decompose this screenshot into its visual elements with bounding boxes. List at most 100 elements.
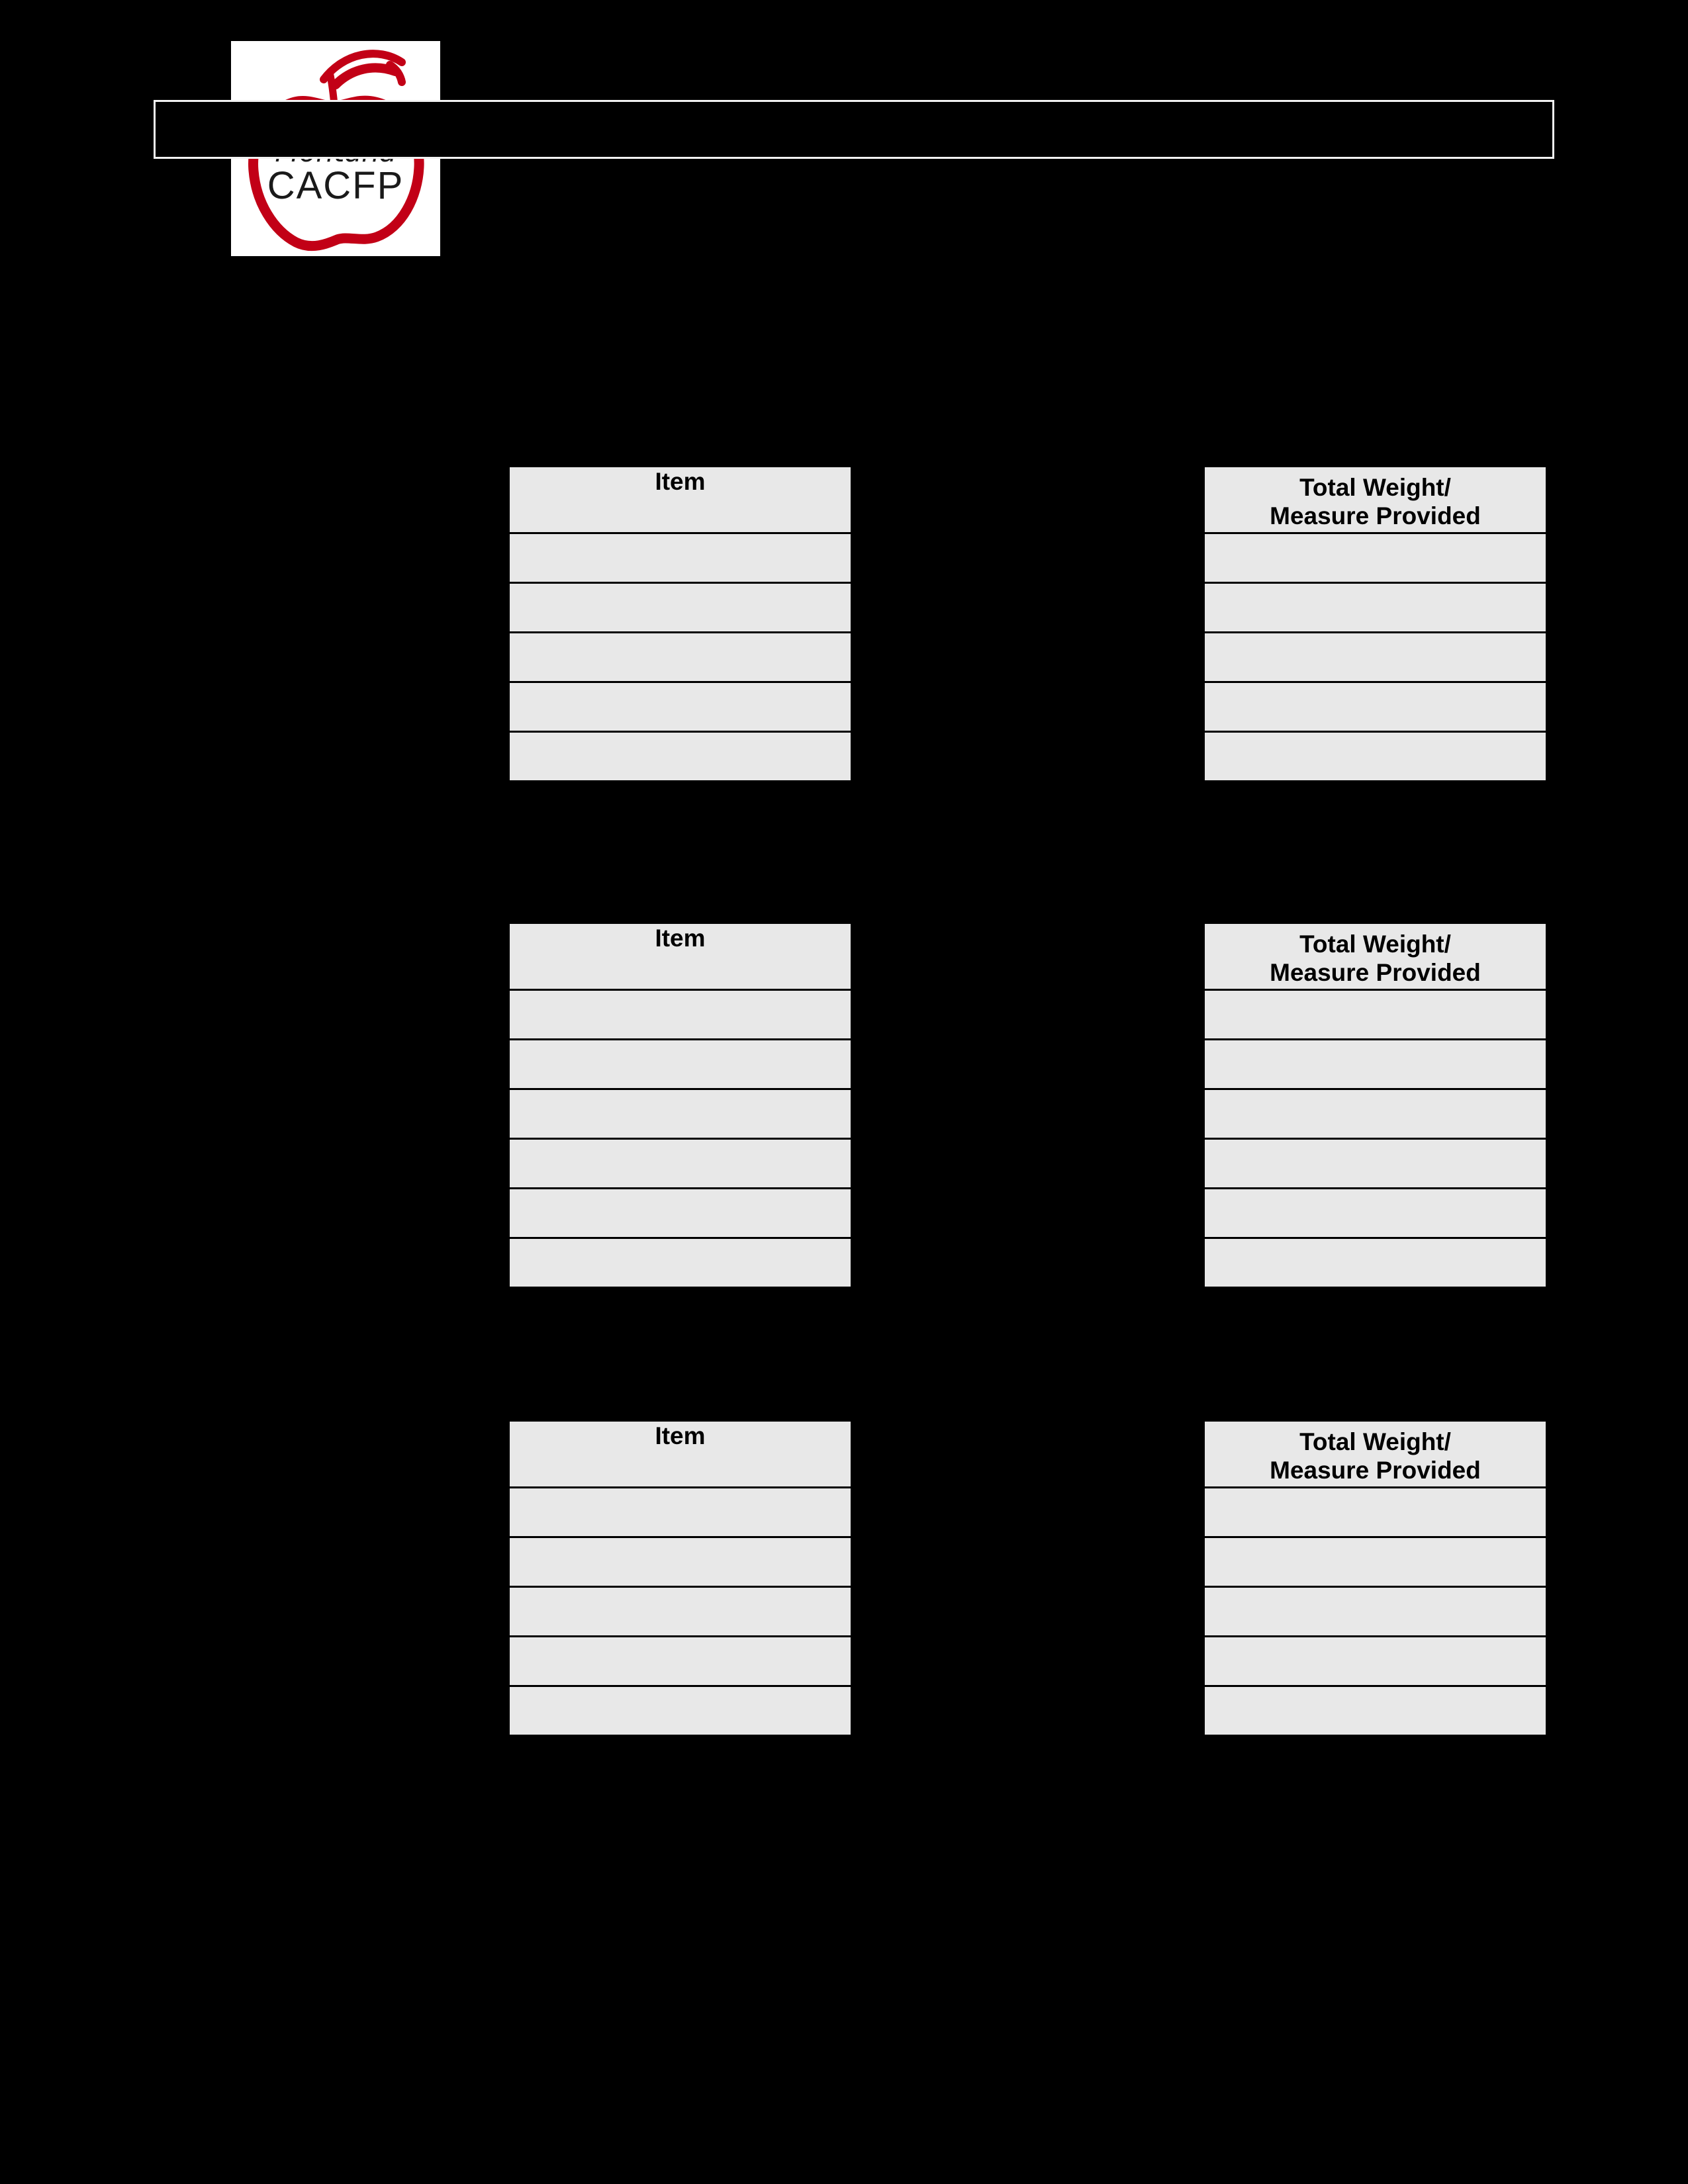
table-row[interactable] xyxy=(1203,731,1548,782)
table-3-measure-table: Total Weight/ Measure Provided xyxy=(1203,1420,1548,1737)
measure-cell[interactable] xyxy=(1203,1187,1548,1239)
table-row[interactable] xyxy=(508,1486,853,1538)
header-title-bar xyxy=(154,100,1554,159)
table-1-measure-table: Total Weight/ Measure Provided xyxy=(1203,465,1548,782)
table-row[interactable] xyxy=(1203,1237,1548,1289)
item-cell[interactable] xyxy=(508,1237,853,1289)
item-cell[interactable] xyxy=(508,1187,853,1239)
item-cell[interactable] xyxy=(508,681,853,733)
table-2-item-body xyxy=(508,989,853,1289)
item-cell[interactable] xyxy=(508,582,853,633)
table-1-measure-column: Total Weight/ Measure Provided xyxy=(1203,465,1548,782)
table-row[interactable] xyxy=(1203,582,1548,633)
table-header-row: Item xyxy=(508,1420,853,1488)
table-header-row: Item xyxy=(508,922,853,991)
table-row[interactable] xyxy=(508,582,853,633)
measure-cell[interactable] xyxy=(1203,1486,1548,1538)
table-row[interactable] xyxy=(1203,681,1548,733)
column-header-item: Item xyxy=(508,1420,853,1488)
item-cell[interactable] xyxy=(508,631,853,683)
table-row[interactable] xyxy=(1203,532,1548,584)
measure-cell[interactable] xyxy=(1203,681,1548,733)
table-row[interactable] xyxy=(508,731,853,782)
table-header-row: Total Weight/ Measure Provided xyxy=(1203,465,1548,534)
table-1-item-column: Item xyxy=(508,465,853,782)
logo-acronym-text: CACFP xyxy=(267,164,404,207)
table-3-item-table: Item xyxy=(508,1420,853,1737)
measure-cell[interactable] xyxy=(1203,1635,1548,1687)
table-row[interactable] xyxy=(1203,1685,1548,1737)
table-row[interactable] xyxy=(1203,1138,1548,1189)
table-row[interactable] xyxy=(1203,1088,1548,1140)
table-row[interactable] xyxy=(508,1237,853,1289)
item-cell[interactable] xyxy=(508,532,853,584)
column-header-line: Measure Provided xyxy=(1270,959,1481,986)
table-3-measure-body xyxy=(1203,1486,1548,1737)
measure-cell[interactable] xyxy=(1203,1586,1548,1637)
table-row[interactable] xyxy=(508,1586,853,1637)
column-header-line: Item xyxy=(655,468,706,495)
item-cell[interactable] xyxy=(508,1038,853,1090)
measure-cell[interactable] xyxy=(1203,1237,1548,1289)
column-header-total-weight-measure: Total Weight/ Measure Provided xyxy=(1203,1420,1548,1488)
table-3-item-body xyxy=(508,1486,853,1737)
table-row[interactable] xyxy=(508,631,853,683)
table-row[interactable] xyxy=(508,1685,853,1737)
column-header-item: Item xyxy=(508,922,853,991)
table-2-measure-body xyxy=(1203,989,1548,1289)
table-row[interactable] xyxy=(1203,1586,1548,1637)
table-row[interactable] xyxy=(508,1187,853,1239)
item-cell[interactable] xyxy=(508,1088,853,1140)
table-row[interactable] xyxy=(1203,1187,1548,1239)
table-row[interactable] xyxy=(508,681,853,733)
table-row[interactable] xyxy=(1203,1536,1548,1588)
table-row[interactable] xyxy=(508,989,853,1040)
table-1-measure-body xyxy=(1203,532,1548,782)
table-row[interactable] xyxy=(1203,1038,1548,1090)
measure-cell[interactable] xyxy=(1203,631,1548,683)
table-2-measure-column: Total Weight/ Measure Provided xyxy=(1203,922,1548,1289)
table-header-row: Item xyxy=(508,465,853,534)
item-cell[interactable] xyxy=(508,1486,853,1538)
table-row[interactable] xyxy=(1203,631,1548,683)
column-header-line: Measure Provided xyxy=(1270,502,1481,529)
item-cell[interactable] xyxy=(508,1536,853,1588)
table-row[interactable] xyxy=(1203,1635,1548,1687)
table-2-measure-table: Total Weight/ Measure Provided xyxy=(1203,922,1548,1289)
table-3-measure-column: Total Weight/ Measure Provided xyxy=(1203,1420,1548,1737)
table-header-row: Total Weight/ Measure Provided xyxy=(1203,1420,1548,1488)
item-cell[interactable] xyxy=(508,989,853,1040)
column-header-line: Measure Provided xyxy=(1270,1457,1481,1484)
table-row[interactable] xyxy=(1203,1486,1548,1538)
item-cell[interactable] xyxy=(508,1586,853,1637)
column-header-line: Total Weight/ xyxy=(1299,474,1451,501)
measure-cell[interactable] xyxy=(1203,989,1548,1040)
table-row[interactable] xyxy=(508,532,853,584)
item-cell[interactable] xyxy=(508,1685,853,1737)
table-row[interactable] xyxy=(508,1088,853,1140)
table-row[interactable] xyxy=(508,1138,853,1189)
measure-cell[interactable] xyxy=(1203,582,1548,633)
measure-cell[interactable] xyxy=(1203,731,1548,782)
item-cell[interactable] xyxy=(508,1635,853,1687)
table-row[interactable] xyxy=(508,1038,853,1090)
item-cell[interactable] xyxy=(508,1138,853,1189)
table-row[interactable] xyxy=(1203,989,1548,1040)
column-header-total-weight-measure: Total Weight/ Measure Provided xyxy=(1203,922,1548,991)
measure-cell[interactable] xyxy=(1203,532,1548,584)
measure-cell[interactable] xyxy=(1203,1685,1548,1737)
measure-cell[interactable] xyxy=(1203,1038,1548,1090)
measure-cell[interactable] xyxy=(1203,1138,1548,1189)
item-cell[interactable] xyxy=(508,731,853,782)
measure-cell[interactable] xyxy=(1203,1088,1548,1140)
table-2-item-table: Item xyxy=(508,922,853,1289)
table-1-item-body xyxy=(508,532,853,782)
table-2-item-column: Item xyxy=(508,922,853,1289)
column-header-line: Total Weight/ xyxy=(1299,931,1451,958)
table-row[interactable] xyxy=(508,1635,853,1687)
column-header-line: Item xyxy=(655,1422,706,1449)
table-row[interactable] xyxy=(508,1536,853,1588)
column-header-line: Item xyxy=(655,925,706,952)
column-header-item: Item xyxy=(508,465,853,534)
measure-cell[interactable] xyxy=(1203,1536,1548,1588)
